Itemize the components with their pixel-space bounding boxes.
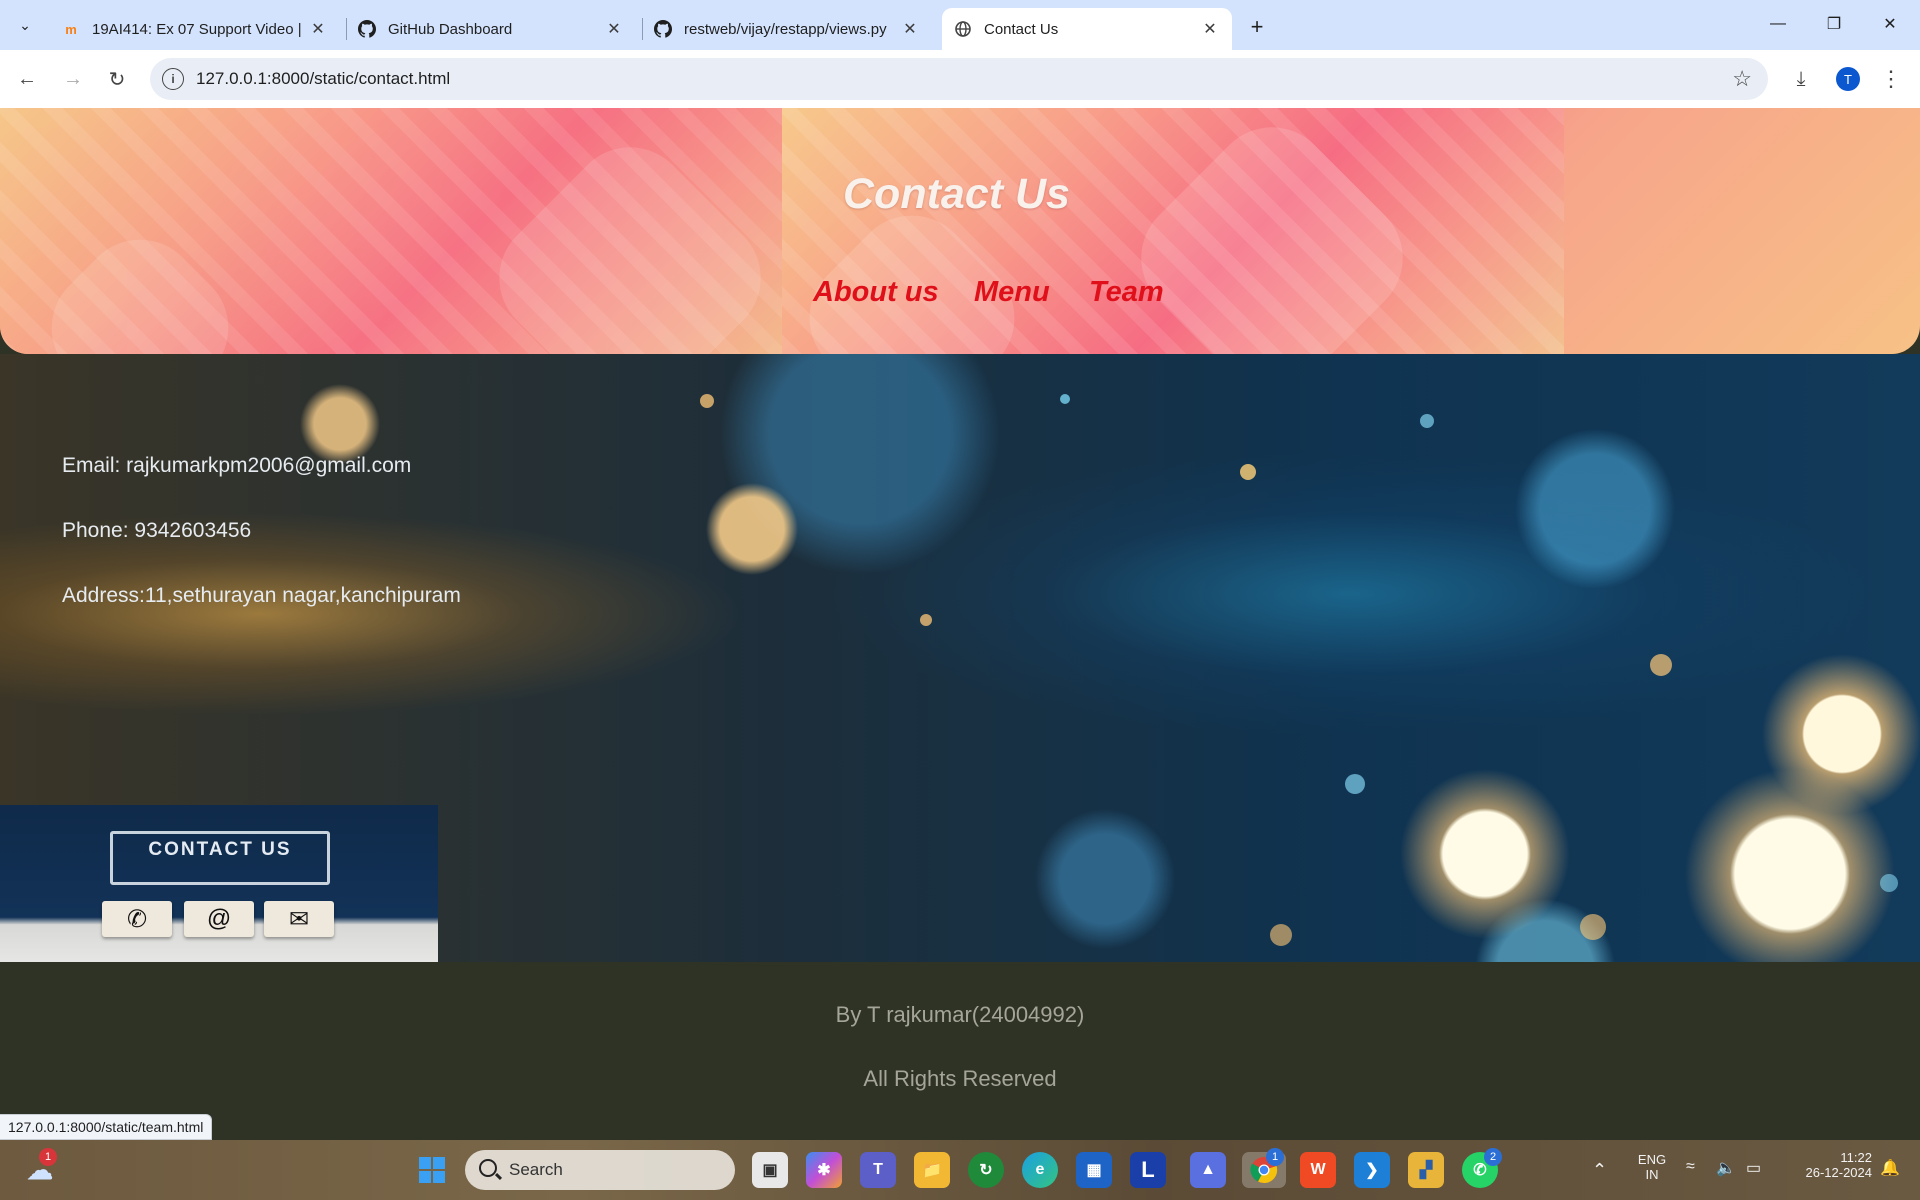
back-button[interactable]: ← <box>10 62 44 96</box>
downloads-button[interactable]: ⤓ <box>1784 62 1818 96</box>
search-icon <box>479 1159 497 1177</box>
page-viewport: Contact Us About us Menu Team Email: raj… <box>0 108 1920 1140</box>
notification-bell-icon[interactable]: 🔔 <box>1880 1158 1900 1178</box>
footer-credit: By T rajkumar(24004992) <box>835 1002 1085 1027</box>
tab-title: restweb/vijay/restapp/views.py <box>684 20 887 38</box>
tab-title: 19AI414: Ex 07 Support Video | <box>92 20 302 38</box>
folder-user-icon[interactable]: ▞ <box>1408 1152 1444 1188</box>
nav-about-us[interactable]: About us <box>813 276 939 309</box>
tab-github-dashboard[interactable]: GitHub Dashboard ✕ <box>346 8 636 50</box>
start-button[interactable] <box>414 1152 450 1188</box>
close-icon[interactable]: ✕ <box>900 19 920 39</box>
forward-button[interactable]: → <box>56 62 90 96</box>
whatsapp-badge: 2 <box>1484 1148 1502 1166</box>
arc-app-icon[interactable]: ▲ <box>1190 1152 1226 1188</box>
close-icon[interactable]: ✕ <box>604 19 624 39</box>
chevron-down-icon: ⌄ <box>19 16 31 33</box>
close-window-button[interactable]: ✕ <box>1862 0 1918 48</box>
minimize-icon: — <box>1770 15 1786 32</box>
taskbar-search[interactable]: Search <box>465 1150 735 1190</box>
site-info-icon[interactable]: i <box>162 68 184 90</box>
restore-button[interactable]: ❐ <box>1806 0 1862 48</box>
site-header: Contact Us About us Menu Team <box>0 108 1920 354</box>
wifi-icon[interactable]: ≈ <box>1686 1158 1695 1176</box>
contact-us-sign: CONTACT US <box>110 831 330 885</box>
tab-github-views[interactable]: restweb/vijay/restapp/views.py ✕ <box>642 8 932 50</box>
github-icon <box>654 20 672 38</box>
copilot-icon[interactable]: ✱ <box>806 1152 842 1188</box>
contact-address: Address:11,sethurayan nagar,kanchipuram <box>62 584 461 607</box>
page-title: Contact Us <box>843 170 1070 218</box>
restore-icon: ❐ <box>1826 16 1842 33</box>
moodle-icon: m <box>65 21 77 37</box>
volume-icon[interactable]: 🔈 <box>1716 1158 1736 1178</box>
windows-icon <box>419 1157 445 1183</box>
microsoft-store-icon[interactable]: ▦ <box>1076 1152 1112 1188</box>
chrome-badge: 1 <box>1266 1148 1284 1166</box>
weather-badge: 1 <box>39 1148 57 1166</box>
header-background-panel <box>782 108 1564 354</box>
minimize-button[interactable]: — <box>1750 0 1806 48</box>
language-code: ENG <box>1637 1152 1667 1167</box>
chevron-up-icon[interactable]: ⌃ <box>1592 1160 1607 1181</box>
new-tab-button[interactable]: + <box>1242 12 1272 42</box>
github-icon <box>358 20 376 38</box>
vscode-icon[interactable]: ❯ <box>1354 1152 1390 1188</box>
tab-title: Contact Us <box>984 20 1059 38</box>
wps-office-icon[interactable]: W <box>1300 1152 1336 1188</box>
clock-date: 26-12-2024 <box>1805 1165 1873 1180</box>
envelope-icon: ✉ <box>264 901 334 937</box>
battery-icon[interactable]: ▭ <box>1746 1158 1761 1178</box>
globe-icon <box>954 20 972 38</box>
task-view-icon[interactable]: ▣ <box>752 1152 788 1188</box>
download-icon: ⤓ <box>1796 67 1806 90</box>
url-text[interactable]: 127.0.0.1:8000/static/contact.html <box>196 69 450 89</box>
contact-us-image: CONTACT US ✆ @ ✉ <box>0 805 438 962</box>
link-status-bubble: 127.0.0.1:8000/static/team.html <box>0 1114 213 1140</box>
nav-menu[interactable]: Menu <box>974 276 1050 309</box>
tab-search-button[interactable]: ⌄ <box>8 8 42 42</box>
address-bar[interactable]: i 127.0.0.1:8000/static/contact.html ☆ <box>150 58 1768 100</box>
reload-button[interactable]: ↻ <box>100 62 134 96</box>
contact-email: Email: rajkumarkpm2006@gmail.com <box>62 454 412 477</box>
arrow-right-icon: → <box>63 67 83 90</box>
refresh-app-icon[interactable]: ↻ <box>968 1152 1004 1188</box>
footer-rights: All Rights Reserved <box>863 1066 1057 1091</box>
clock-time: 11:22 <box>1840 1150 1872 1165</box>
bookmark-star-icon[interactable]: ☆ <box>1732 66 1752 92</box>
nav-team[interactable]: Team <box>1089 276 1164 309</box>
phone-icon: ✆ <box>102 901 172 937</box>
reload-icon: ↻ <box>108 68 126 91</box>
teams-icon[interactable]: T <box>860 1152 896 1188</box>
l-app-icon[interactable]: L <box>1130 1152 1166 1188</box>
file-explorer-icon[interactable]: 📁 <box>914 1152 950 1188</box>
arrow-left-icon: ← <box>17 67 37 90</box>
contact-phone: Phone: 9342603456 <box>62 519 252 542</box>
contact-section: Email: rajkumarkpm2006@gmail.com Phone: … <box>0 354 1920 962</box>
taskbar-search-placeholder: Search <box>509 1160 563 1179</box>
tab-moodle[interactable]: m 19AI414: Ex 07 Support Video | ✕ <box>50 8 340 50</box>
close-icon: ✕ <box>1883 16 1897 33</box>
tab-title: GitHub Dashboard <box>388 20 513 38</box>
close-icon[interactable]: ✕ <box>308 19 328 39</box>
header-background-panel <box>0 108 786 354</box>
site-footer: By T rajkumar(24004992) All Rights Reser… <box>0 962 1920 1140</box>
tab-contact-us[interactable]: Contact Us ✕ <box>942 8 1232 50</box>
language-indicator[interactable]: ENG IN <box>1632 1152 1672 1182</box>
clock[interactable]: 11:22 26-12-2024 <box>1782 1150 1873 1180</box>
tab-strip: ⌄ m 19AI414: Ex 07 Support Video | ✕ Git… <box>0 0 1920 50</box>
at-sign-icon: @ <box>184 901 254 937</box>
close-icon[interactable]: ✕ <box>1200 19 1220 39</box>
menu-button[interactable]: ⋮ <box>1874 62 1908 96</box>
taskbar: ☁ 1 Search ▣ ✱ T 📁 ↻ e ▦ L ▲ 1 W ❯ ▞ ✆ 2… <box>0 1140 1920 1200</box>
browser-toolbar: ← → ↻ i 127.0.0.1:8000/static/contact.ht… <box>0 50 1920 108</box>
profile-avatar[interactable]: T <box>1836 67 1860 91</box>
plus-icon: + <box>1250 14 1264 39</box>
more-vert-icon: ⋮ <box>1880 66 1902 91</box>
edge-icon[interactable]: e <box>1022 1152 1058 1188</box>
region-code: IN <box>1645 1167 1659 1182</box>
